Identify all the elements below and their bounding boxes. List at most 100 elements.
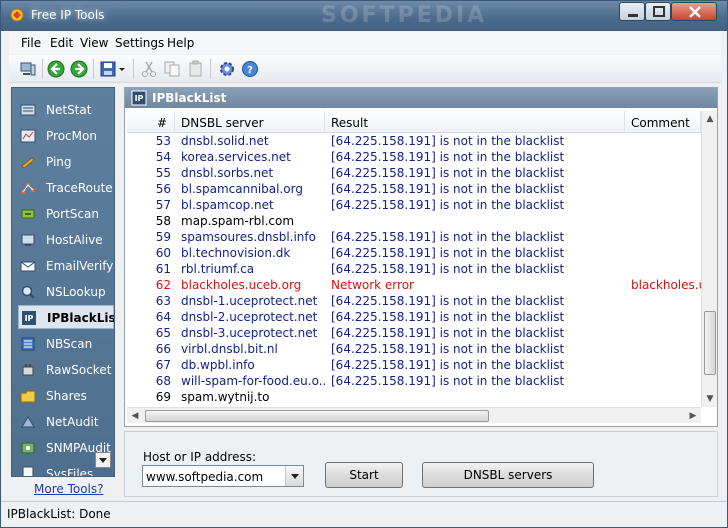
cell-server: bl.technovision.dk: [181, 246, 291, 260]
menu-help[interactable]: Help: [167, 36, 194, 50]
table-row[interactable]: 67 db.wpbl.info [64.225.158.191] is not in…: [127, 358, 701, 374]
toolbar: ?: [9, 55, 721, 83]
sidebar-item-procmon[interactable]: ProcMon: [18, 124, 114, 148]
table-row[interactable]: 58 map.spam-rbl.com: [127, 214, 701, 230]
column-header-result[interactable]: Result: [325, 111, 625, 133]
sidebar-item-label: HostAlive: [46, 233, 103, 247]
horizontal-scrollbar[interactable]: ◀ ▶: [127, 407, 701, 423]
cell-result: [64.225.158.191] is not in the blacklist: [331, 198, 565, 212]
table-row[interactable]: 66 virbl.dnsbl.bit.nl [64.225.158.191] is …: [127, 342, 701, 358]
maximize-button[interactable]: [645, 2, 671, 21]
more-tools-link[interactable]: More Tools?: [34, 482, 104, 496]
table-row[interactable]: 65 dnsbl-3.uceprotect.net [64.225.158.191]…: [127, 326, 701, 342]
column-header-comment[interactable]: Comment: [625, 111, 701, 133]
minimize-button[interactable]: [619, 2, 645, 21]
menu-file[interactable]: File: [21, 36, 41, 50]
cell-result: [64.225.158.191] is not in the blacklist: [331, 230, 565, 244]
copy-icon: [164, 61, 180, 77]
table-row[interactable]: 69 spam.wytnij.to: [127, 390, 701, 406]
netaudit-icon: [21, 416, 35, 428]
cell-number: 58: [155, 214, 171, 228]
start-button[interactable]: Start: [325, 462, 403, 488]
column-header-server[interactable]: DNSBL server: [175, 111, 325, 133]
tools-sidebar: NetStat ProcMon Ping TraceRoute PortScan…: [11, 87, 115, 477]
settings-icon[interactable]: [218, 60, 236, 78]
table-row[interactable]: 63 dnsbl-1.uceprotect.net [64.225.158.191]…: [127, 294, 701, 310]
cell-number: 67: [155, 358, 171, 372]
table-row[interactable]: 64 dnsbl-2.uceprotect.net [64.225.158.191]…: [127, 310, 701, 326]
window-title: Free IP Tools: [31, 8, 105, 22]
snmpaudit-icon: [21, 442, 35, 454]
sidebar-item-label: NetAudit: [46, 415, 99, 429]
table-row[interactable]: 56 bl.spamcannibal.org [64.225.158.191] is…: [127, 182, 701, 198]
vertical-scroll-thumb[interactable]: [704, 311, 716, 375]
svg-text:IP: IP: [25, 314, 34, 323]
table-row[interactable]: 55 dnsbl.sorbs.net [64.225.158.191] is not…: [127, 166, 701, 182]
menu-settings[interactable]: Settings: [115, 36, 164, 50]
traceroute-icon: [21, 183, 35, 194]
sidebar-item-label: ProcMon: [46, 129, 97, 143]
sidebar-item-netaudit[interactable]: NetAudit: [18, 410, 114, 434]
save-icon[interactable]: [99, 60, 117, 78]
column-header-number[interactable]: #: [127, 111, 175, 133]
vertical-scrollbar[interactable]: ▲ ▼: [701, 111, 717, 407]
forward-icon[interactable]: [70, 60, 88, 78]
results-table[interactable]: # DNSBL server Result Comment 53 dnsbl.so…: [127, 111, 701, 407]
cut-icon: [142, 61, 156, 77]
sidebar-item-label: RawSocket: [46, 363, 112, 377]
cell-number: 65: [155, 326, 171, 340]
scroll-up-icon[interactable]: ▲: [702, 111, 718, 127]
sidebar-item-nslookup[interactable]: NSLookup: [18, 280, 114, 304]
sidebar-item-emailverify[interactable]: EmailVerify: [18, 254, 114, 278]
help-icon[interactable]: ?: [241, 60, 259, 78]
minimize-icon: [628, 14, 638, 17]
sidebar-scroll-down-button[interactable]: [95, 452, 111, 468]
menu-view[interactable]: View: [80, 36, 108, 50]
back-icon[interactable]: [47, 60, 65, 78]
sidebar-item-nbscan[interactable]: NBScan: [18, 332, 114, 356]
paste-icon: [189, 60, 202, 77]
cell-server: spam.wytnij.to: [181, 390, 270, 404]
table-row[interactable]: 68 will-spam-for-food.eu.o... [64.225.158.…: [127, 374, 701, 390]
sidebar-item-shares[interactable]: Shares: [18, 384, 114, 408]
sidebar-item-traceroute[interactable]: TraceRoute: [18, 176, 114, 200]
sidebar-item-ipblacklist[interactable]: IP IPBlackList: [18, 305, 114, 329]
sidebar-item-label: Shares: [46, 389, 87, 403]
table-row[interactable]: 53 dnsbl.solid.net [64.225.158.191] is not…: [127, 134, 701, 150]
sidebar-item-label: PortScan: [46, 207, 99, 221]
host-dropdown-button[interactable]: [285, 466, 303, 486]
title-bar[interactable]: Free IP Tools SOFTPEDIA: [1, 1, 727, 31]
table-row[interactable]: 62 blackholes.uceb.org Network error blackh…: [127, 278, 701, 294]
cell-comment: blackholes.uc: [631, 278, 701, 292]
menu-edit[interactable]: Edit: [50, 36, 73, 50]
sidebar-item-rawsocket[interactable]: RawSocket: [18, 358, 114, 382]
scroll-right-icon[interactable]: ▶: [685, 408, 701, 424]
sidebar-item-hostalive[interactable]: HostAlive: [18, 228, 114, 252]
sidebar-item-netstat[interactable]: NetStat: [18, 98, 114, 122]
table-row[interactable]: 61 rbl.triumf.ca [64.225.158.191] is not i…: [127, 262, 701, 278]
cell-server: will-spam-for-food.eu.o...: [181, 374, 327, 388]
table-row[interactable]: 57 bl.spamcop.net [64.225.158.191] is not …: [127, 198, 701, 214]
shares-icon: [20, 390, 36, 403]
host-input[interactable]: www.softpedia.com: [142, 465, 304, 487]
cell-server: rbl.triumf.ca: [181, 262, 255, 276]
cell-number: 54: [155, 150, 171, 164]
table-row[interactable]: 54 korea.services.net [64.225.158.191] is …: [127, 150, 701, 166]
horizontal-scroll-thumb[interactable]: [145, 410, 489, 422]
cell-result: [64.225.158.191] is not in the blacklist: [331, 358, 565, 372]
table-row[interactable]: 59 spamsoures.dnsbl.info [64.225.158.191] …: [127, 230, 701, 246]
app-icon: [10, 8, 24, 22]
table-row[interactable]: 60 bl.technovision.dk [64.225.158.191] is …: [127, 246, 701, 262]
close-button[interactable]: [671, 2, 717, 21]
sidebar-item-portscan[interactable]: PortScan: [18, 202, 114, 226]
cell-result: [64.225.158.191] is not in the blacklist: [331, 326, 565, 340]
save-dropdown-icon[interactable]: [117, 60, 127, 78]
computer-icon[interactable]: [19, 60, 37, 78]
host-input-value: www.softpedia.com: [146, 470, 264, 484]
sidebar-item-ping[interactable]: Ping: [18, 150, 114, 174]
cell-server: korea.services.net: [181, 150, 291, 164]
scroll-left-icon[interactable]: ◀: [127, 408, 143, 424]
ping-icon: [21, 157, 35, 169]
scroll-down-icon[interactable]: ▼: [702, 391, 718, 407]
dnsbl-servers-button[interactable]: DNSBL servers: [422, 462, 594, 488]
